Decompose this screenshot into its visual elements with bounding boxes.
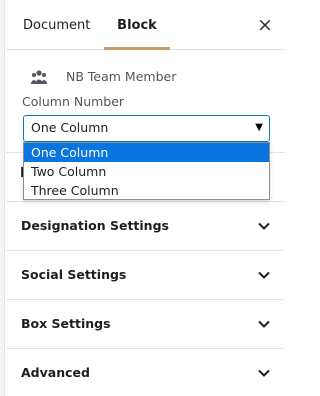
- option-one-column[interactable]: One Column: [24, 143, 269, 162]
- option-three-column[interactable]: Three Column: [24, 181, 269, 200]
- chevron-down-icon: [258, 271, 270, 279]
- column-number-dropdown: One Column Two Column Three Column: [23, 142, 270, 200]
- tab-document[interactable]: Document: [23, 0, 90, 50]
- section-title: Advanced: [21, 365, 90, 380]
- column-number-selected-value: One Column: [31, 120, 109, 135]
- column-number-select[interactable]: One Column ▼: [23, 115, 270, 142]
- team-icon: [31, 70, 47, 84]
- section-title: Social Settings: [21, 267, 127, 282]
- tab-block[interactable]: Block: [104, 0, 170, 50]
- section-title: Designation Settings: [21, 218, 169, 233]
- column-number-label: Column Number: [22, 94, 125, 109]
- close-icon: ×: [257, 14, 273, 36]
- dropdown-arrow-icon: ▼: [255, 122, 263, 133]
- section-designation-settings[interactable]: Designation Settings: [6, 201, 285, 250]
- chevron-down-icon: [258, 222, 270, 230]
- close-button[interactable]: ×: [257, 15, 273, 35]
- editor-edge: [0, 0, 5, 396]
- chevron-down-icon: [258, 320, 270, 328]
- section-box-settings[interactable]: Box Settings: [6, 299, 285, 348]
- block-title: NB Team Member: [66, 69, 177, 84]
- sidebar-header: Document Block ×: [6, 0, 285, 50]
- option-two-column[interactable]: Two Column: [24, 162, 269, 181]
- chevron-down-icon: [258, 369, 270, 377]
- section-title: Box Settings: [21, 316, 111, 331]
- section-social-settings[interactable]: Social Settings: [6, 250, 285, 299]
- section-advanced[interactable]: Advanced: [6, 348, 285, 396]
